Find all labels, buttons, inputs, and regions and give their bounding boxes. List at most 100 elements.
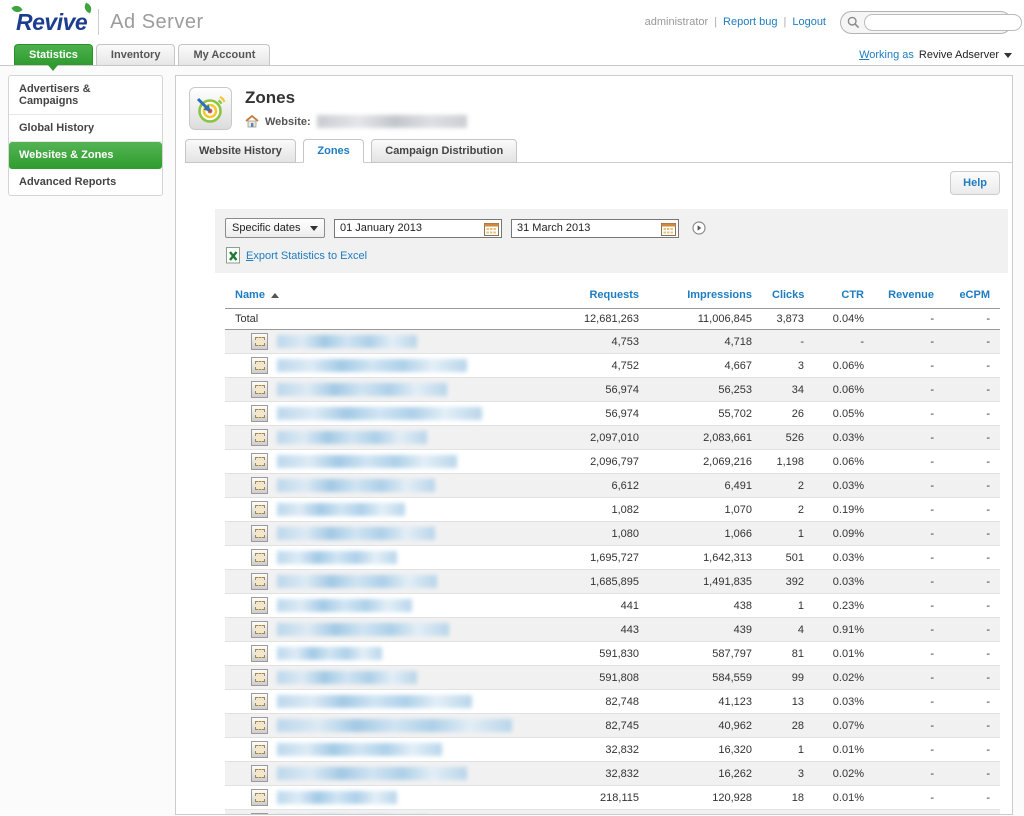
zone-name-redacted[interactable] [277, 431, 427, 444]
zone-name-redacted[interactable] [277, 599, 412, 612]
column-header-clicks[interactable]: Clicks [762, 285, 814, 309]
column-header-revenue[interactable]: Revenue [874, 285, 944, 309]
zone-icon [251, 813, 268, 815]
search-input[interactable] [864, 14, 1022, 31]
subtab-website-history[interactable]: Website History [185, 139, 296, 163]
export-excel-link[interactable]: Export Statistics to Excel [246, 250, 367, 262]
clicks-cell: 501 [762, 546, 814, 570]
search-bar [840, 11, 1012, 34]
content-area: Advertisers & Campaigns Global History W… [0, 66, 1024, 815]
page-title: Zones [245, 88, 467, 108]
logo-divider [98, 9, 99, 35]
zone-name-redacted[interactable] [277, 791, 397, 804]
zone-name-redacted[interactable] [277, 647, 382, 660]
revenue-cell: - [874, 594, 944, 618]
app-name: Ad Server [110, 11, 203, 34]
chevron-down-icon[interactable] [1004, 53, 1012, 58]
requests-cell: 32,832 [536, 762, 649, 786]
clicks-cell: 2 [762, 498, 814, 522]
ecpm-cell: - [944, 666, 1000, 690]
table-row: 56,974 56,253 34 0.06% - - [225, 378, 1000, 402]
ecpm-cell: - [944, 330, 1000, 354]
clicks-cell: - [762, 330, 814, 354]
requests-cell: 82,745 [536, 714, 649, 738]
zone-name-redacted[interactable] [277, 383, 447, 396]
zone-name-redacted[interactable] [277, 623, 449, 636]
apply-dates-icon[interactable] [692, 221, 706, 235]
start-date-input[interactable] [334, 219, 502, 238]
zone-name-redacted[interactable] [277, 503, 405, 516]
table-row: 591,808 584,559 99 0.02% - - [225, 666, 1000, 690]
clicks-cell: 81 [762, 642, 814, 666]
working-as-link[interactable]: Working as [859, 49, 914, 61]
ecpm-cell [944, 810, 1000, 816]
zone-name-redacted[interactable] [277, 527, 435, 540]
clicks-cell: 392 [762, 570, 814, 594]
calendar-icon[interactable] [484, 222, 499, 236]
requests-cell: 4,752 [536, 354, 649, 378]
zone-name-redacted[interactable] [277, 359, 467, 372]
subtab-zones[interactable]: Zones [303, 139, 363, 163]
website-label: Website: [265, 116, 311, 128]
requests-cell: 2,097,010 [536, 426, 649, 450]
revenue-cell: - [874, 690, 944, 714]
column-header-impressions[interactable]: Impressions [649, 285, 762, 309]
impressions-cell: 16,320 [649, 738, 762, 762]
ctr-cell: 0.01% [814, 642, 874, 666]
sidebar-item-advanced-reports[interactable]: Advanced Reports [9, 169, 162, 195]
zone-name-redacted[interactable] [277, 407, 482, 420]
clicks-cell: 2 [762, 474, 814, 498]
tab-inventory[interactable]: Inventory [96, 44, 176, 65]
clicks-cell: 18 [762, 786, 814, 810]
ctr-cell: 0.03% [814, 690, 874, 714]
zone-icon [251, 549, 268, 566]
impressions-cell: 584,559 [649, 666, 762, 690]
zone-name-redacted[interactable] [277, 719, 512, 732]
report-bug-link[interactable]: Report bug [723, 16, 777, 28]
end-date-input[interactable] [511, 219, 679, 238]
impressions-cell: 6,491 [649, 474, 762, 498]
zone-name-redacted[interactable] [277, 767, 467, 780]
clicks-cell: 3 [762, 762, 814, 786]
column-header-name[interactable]: Name [225, 285, 536, 309]
impressions-cell: 1,066 [649, 522, 762, 546]
column-header-ctr[interactable]: CTR [814, 285, 874, 309]
table-row: 591,830 587,797 81 0.01% - - [225, 642, 1000, 666]
clicks-cell: 28 [762, 714, 814, 738]
working-as-account[interactable]: Revive Adserver [919, 49, 999, 61]
sidebar-item-websites-zones[interactable]: Websites & Zones [9, 142, 162, 169]
calendar-icon[interactable] [661, 222, 676, 236]
ctr-cell: - [814, 330, 874, 354]
sidebar-item-advertisers-campaigns[interactable]: Advertisers & Campaigns [9, 76, 162, 115]
sidebar-item-global-history[interactable]: Global History [9, 115, 162, 142]
ecpm-cell: - [944, 570, 1000, 594]
table-rows: 4,753 4,718 - - - - 4,752 4,667 3 0.06% … [225, 330, 1000, 816]
zone-icon [251, 453, 268, 470]
logout-link[interactable]: Logout [792, 16, 826, 28]
subtab-campaign-distribution[interactable]: Campaign Distribution [371, 139, 517, 163]
requests-cell: 4,753 [536, 330, 649, 354]
zone-name-redacted[interactable] [277, 695, 472, 708]
date-range-value: Specific dates [232, 222, 300, 234]
zone-name-redacted[interactable] [277, 551, 397, 564]
clicks-cell: 1 [762, 522, 814, 546]
zone-name-redacted[interactable] [277, 455, 457, 468]
requests-cell: 2,096,797 [536, 450, 649, 474]
tab-statistics[interactable]: Statistics [14, 44, 93, 65]
column-header-requests[interactable]: Requests [536, 285, 649, 309]
zone-name-redacted[interactable] [277, 479, 435, 492]
panel-body: Help Specific dates [176, 163, 1012, 815]
impressions-cell: 120,928 [649, 786, 762, 810]
zone-name-redacted[interactable] [277, 335, 417, 348]
help-button[interactable]: Help [950, 171, 1000, 195]
search-icon [847, 16, 860, 29]
zone-name-redacted[interactable] [277, 743, 442, 756]
date-range-select[interactable]: Specific dates [225, 218, 325, 238]
requests-cell: 82,748 [536, 690, 649, 714]
tab-my-account[interactable]: My Account [178, 44, 270, 65]
column-header-ecpm[interactable]: eCPM [944, 285, 1000, 309]
zone-name-redacted[interactable] [277, 575, 437, 588]
zone-name-redacted[interactable] [277, 671, 417, 684]
revenue-cell: - [874, 450, 944, 474]
requests-cell: 1,082 [536, 498, 649, 522]
